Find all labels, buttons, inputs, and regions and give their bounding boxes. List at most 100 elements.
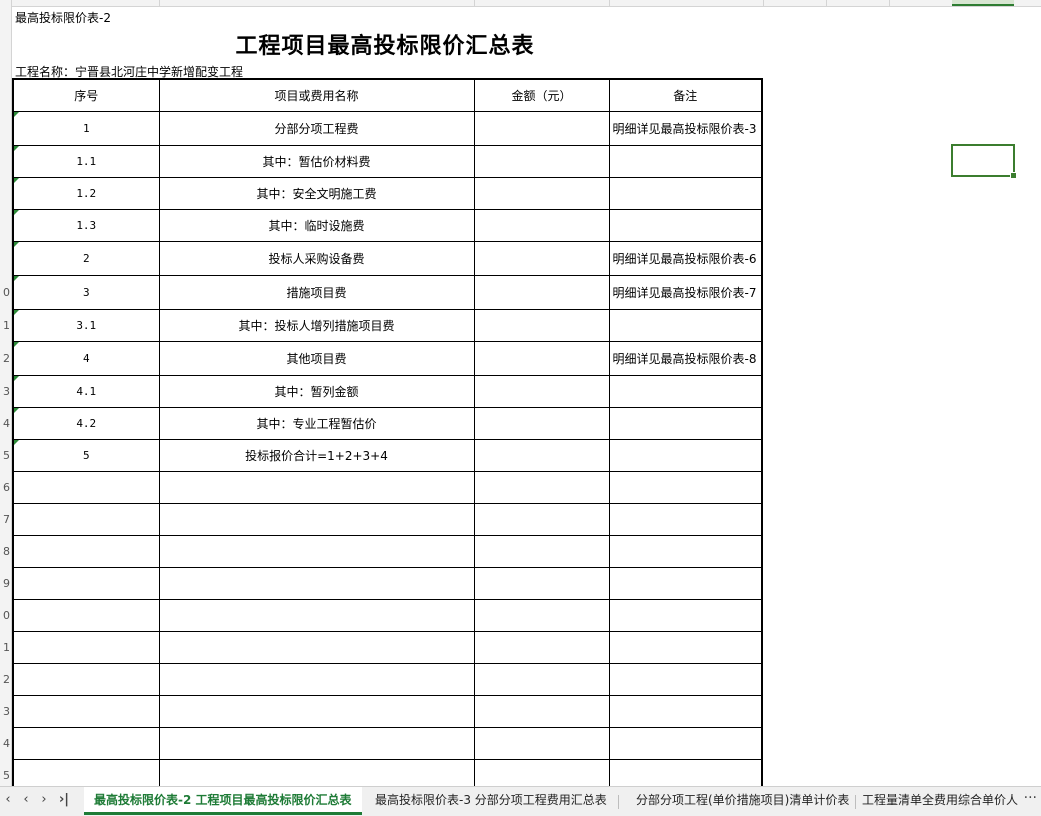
row-number[interactable]: 3 [0,385,10,398]
fill-handle[interactable] [1010,172,1017,179]
empty-cell[interactable] [608,503,763,536]
empty-cell[interactable] [473,695,610,728]
row-number[interactable]: 4 [0,737,10,750]
sheet-tab[interactable]: 最高投标限价表-3 分部分项工程费用汇总表 [365,787,617,815]
column-header[interactable] [890,0,953,6]
remark-cell[interactable]: 明细详见最高投标限价表-3 [608,111,763,146]
empty-cell[interactable] [473,599,610,632]
empty-cell[interactable] [608,599,763,632]
column-header[interactable] [160,0,475,6]
empty-cell[interactable] [12,535,160,568]
sheet-tab[interactable]: 工程量清单全费用综合单价人 [852,787,1018,815]
amount-cell[interactable] [473,275,610,310]
item-name-cell[interactable]: 其中：专业工程暂估价 [158,407,475,440]
empty-cell[interactable] [12,503,160,536]
empty-cell[interactable] [608,727,763,760]
header-serial[interactable]: 序号 [12,78,160,112]
remark-cell[interactable]: 明细详见最高投标限价表-6 [608,241,763,276]
column-header[interactable] [12,0,160,6]
column-header[interactable] [475,0,610,6]
row-number[interactable]: 0 [0,286,10,299]
column-header[interactable] [764,0,827,6]
empty-cell[interactable] [473,663,610,696]
row-number[interactable]: 4 [0,417,10,430]
empty-cell[interactable] [12,695,160,728]
remark-cell[interactable] [608,145,763,178]
item-name-cell[interactable]: 其中：投标人增列措施项目费 [158,309,475,342]
serial-cell[interactable]: 3.1 [12,309,160,342]
amount-cell[interactable] [473,177,610,210]
row-number[interactable]: 5 [0,769,10,782]
serial-cell[interactable]: 3 [12,275,160,310]
empty-cell[interactable] [158,695,475,728]
row-number[interactable]: 6 [0,481,10,494]
empty-cell[interactable] [608,663,763,696]
next-sheet-button[interactable]: › [36,792,52,807]
empty-cell[interactable] [12,631,160,664]
item-name-cell[interactable]: 其中：临时设施费 [158,209,475,242]
first-sheet-button[interactable]: ‹ [0,792,16,807]
amount-cell[interactable] [473,309,610,342]
remark-cell[interactable]: 明细详见最高投标限价表-7 [608,275,763,310]
item-name-cell[interactable]: 投标报价合计=1+2+3+4 [158,439,475,472]
empty-cell[interactable] [158,727,475,760]
amount-cell[interactable] [473,241,610,276]
empty-cell[interactable] [473,535,610,568]
empty-cell[interactable] [473,471,610,504]
empty-cell[interactable] [473,631,610,664]
remark-cell[interactable] [608,177,763,210]
empty-cell[interactable] [608,471,763,504]
serial-cell[interactable]: 2 [12,241,160,276]
row-number[interactable]: 2 [0,352,10,365]
empty-cell[interactable] [158,631,475,664]
empty-cell[interactable] [12,471,160,504]
empty-cell[interactable] [158,567,475,600]
remark-cell[interactable]: 明细详见最高投标限价表-8 [608,341,763,376]
serial-cell[interactable]: 5 [12,439,160,472]
active-cell-selection[interactable] [951,144,1017,179]
serial-cell[interactable]: 4 [12,341,160,376]
empty-cell[interactable] [473,727,610,760]
amount-cell[interactable] [473,407,610,440]
serial-cell[interactable]: 4.1 [12,375,160,408]
column-header[interactable] [827,0,890,6]
empty-cell[interactable] [158,503,475,536]
item-name-cell[interactable]: 投标人采购设备费 [158,241,475,276]
row-number[interactable]: 1 [0,641,10,654]
amount-cell[interactable] [473,111,610,146]
serial-cell[interactable]: 1.3 [12,209,160,242]
row-number[interactable]: 2 [0,673,10,686]
empty-cell[interactable] [158,599,475,632]
empty-cell[interactable] [473,503,610,536]
serial-cell[interactable]: 1.2 [12,177,160,210]
empty-cell[interactable] [12,567,160,600]
header-amount[interactable]: 金额（元） [473,78,610,112]
sheet-title[interactable]: 工程项目最高投标限价汇总表 [160,28,610,60]
amount-cell[interactable] [473,375,610,408]
remark-cell[interactable] [608,439,763,472]
prev-sheet-button[interactable]: ‹ [18,792,34,807]
item-name-cell[interactable]: 其中：安全文明施工费 [158,177,475,210]
column-header[interactable] [610,0,764,6]
sheet-tab[interactable]: 分部分项工程(单价措施项目)清单计价表 [626,787,859,815]
item-name-cell[interactable]: 其中：暂估价材料费 [158,145,475,178]
empty-cell[interactable] [158,471,475,504]
sheet-subtitle[interactable]: 最高投标限价表-2 [15,9,111,26]
row-number[interactable]: 9 [0,577,10,590]
serial-cell[interactable]: 1.1 [12,145,160,178]
amount-cell[interactable] [473,439,610,472]
row-number[interactable]: 1 [0,319,10,332]
empty-cell[interactable] [158,535,475,568]
serial-cell[interactable]: 1 [12,111,160,146]
row-number[interactable]: 3 [0,705,10,718]
remark-cell[interactable] [608,209,763,242]
empty-cell[interactable] [12,663,160,696]
empty-cell[interactable] [158,663,475,696]
empty-cell[interactable] [608,567,763,600]
empty-cell[interactable] [608,695,763,728]
remark-cell[interactable] [608,407,763,440]
selected-column-header[interactable] [952,0,1014,6]
last-sheet-button[interactable]: ›| [56,792,72,807]
amount-cell[interactable] [473,209,610,242]
item-name-cell[interactable]: 其他项目费 [158,341,475,376]
